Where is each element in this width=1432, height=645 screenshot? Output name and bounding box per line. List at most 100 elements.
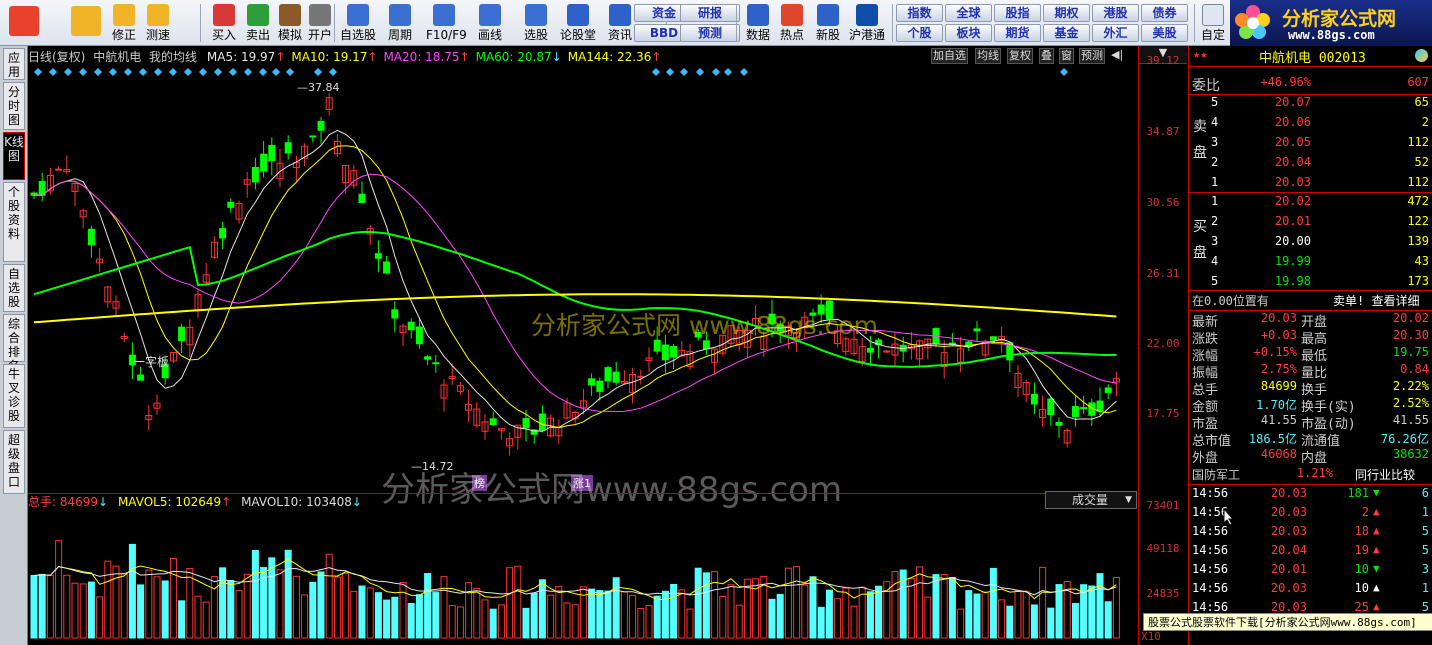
volume-bar xyxy=(46,575,54,639)
logo-url: www.88gs.com xyxy=(1288,28,1375,42)
left-tab-0[interactable]: 应用 xyxy=(3,48,25,80)
toolbar-button-hot[interactable]: 热点 xyxy=(776,2,808,44)
toolbar-button-pe[interactable]: 数据 xyxy=(742,2,774,44)
market-button-0[interactable]: 指数 xyxy=(896,4,943,22)
volume-indicator-select[interactable]: 成交量 ▼ xyxy=(1045,491,1137,509)
volume-bar xyxy=(825,589,833,639)
candle-body xyxy=(424,356,432,360)
market-button-7[interactable]: 板块 xyxy=(945,24,992,42)
volume-bar xyxy=(538,579,546,639)
toolbar-button-news[interactable]: 资讯 xyxy=(602,2,638,44)
toolbar-button-lock[interactable]: 开户 xyxy=(302,2,338,44)
sell-order-row[interactable]: 2 20.04 52 xyxy=(1189,154,1432,173)
sell-order-row[interactable]: 4 20.06 2 xyxy=(1189,114,1432,133)
price-axis: ▼ 39.12 34.87 30.56 26.31 22.00 17.75 73401 491… xyxy=(1138,46,1188,645)
volume-bar xyxy=(137,584,145,639)
research-button[interactable]: 研报 xyxy=(680,4,740,22)
panel-title-bar: ★★ 中航机电 002013 xyxy=(1189,46,1432,66)
event-diamond xyxy=(740,68,748,76)
toolbar-button-f10[interactable]: F10/F9 xyxy=(426,2,467,44)
sell-order-row[interactable]: 3 20.05 112 xyxy=(1189,134,1432,153)
toolbar-button-forum[interactable]: 论股堂 xyxy=(560,2,596,44)
market-button-2[interactable]: 股指 xyxy=(994,4,1041,22)
toolbar-button-new-stock[interactable]: 新股 xyxy=(812,2,844,44)
volume-bar xyxy=(940,574,948,639)
market-button-11[interactable]: 美股 xyxy=(1141,24,1188,42)
candle-body xyxy=(268,144,276,162)
volume-bar xyxy=(55,540,63,639)
toolbar-button-updown-arrow[interactable]: 修正 xyxy=(106,2,142,44)
pen-icon xyxy=(479,4,501,26)
buy-order-row[interactable]: 3 20.00 139 xyxy=(1189,233,1432,252)
volume-bar xyxy=(104,560,112,639)
price-tick-1: 34.87 xyxy=(1146,125,1180,138)
left-tab-7[interactable]: 超级盘口 xyxy=(3,430,25,494)
left-tab-3[interactable]: 个股资料 xyxy=(3,182,25,262)
toolbar-button-clock[interactable]: 周期 xyxy=(382,2,418,44)
volume-bar xyxy=(711,571,719,639)
toolbar-button-back-arrow[interactable] xyxy=(66,2,106,44)
settings-globe-icon[interactable] xyxy=(1415,49,1428,62)
toolbar-button-watchlist[interactable]: 自选股 xyxy=(340,2,376,44)
f10-icon xyxy=(433,4,455,26)
volume-tick-2: 24835 xyxy=(1146,587,1180,600)
market-button-4[interactable]: 港股 xyxy=(1092,4,1139,22)
toolbar-button-pen[interactable]: 画线 xyxy=(472,2,508,44)
custom-button[interactable]: 自定 xyxy=(1198,2,1228,44)
candle-body xyxy=(637,375,645,378)
volume-bar xyxy=(342,573,350,639)
volume-bar xyxy=(948,577,956,639)
volume-bar xyxy=(735,604,743,639)
toolbar-button-sell[interactable]: 卖出 xyxy=(240,2,276,44)
sell-order-row[interactable]: 5 20.07 65 xyxy=(1189,94,1432,113)
main-toolbar: 修正 测速 买入 卖出 模拟 开户 自选股 周期 F10/F9 画线 选股 论股堂 资讯 资金 研报 B… xyxy=(0,0,1432,46)
left-tab-6[interactable]: 牛叉诊股 xyxy=(3,364,25,428)
volume-bar xyxy=(989,567,997,639)
price-tick-2: 30.56 xyxy=(1146,196,1180,209)
toolbar-button-speed-test[interactable]: 测速 xyxy=(140,2,176,44)
sector-row[interactable]: 国防军工 1.21% 同行业比较 xyxy=(1189,465,1432,484)
toolbar-button-buy[interactable]: 买入 xyxy=(206,2,242,44)
buy-order-row[interactable]: 2 20.01 122 xyxy=(1189,213,1432,232)
market-button-8[interactable]: 期货 xyxy=(994,24,1041,42)
market-button-1[interactable]: 全球 xyxy=(945,4,992,22)
favorite-stars-icon[interactable]: ★★ xyxy=(1193,47,1207,61)
sell-order-row[interactable]: 1 20.03 112 xyxy=(1189,174,1432,193)
market-button-9[interactable]: 基金 xyxy=(1043,24,1090,42)
volume-bar xyxy=(620,591,628,639)
down-arrow-icon: ▼ xyxy=(1373,486,1380,499)
left-tab-2[interactable]: K线图 xyxy=(3,132,25,180)
volume-bar xyxy=(924,596,932,639)
volume-bar xyxy=(366,587,374,639)
toolbar-button-windows[interactable] xyxy=(4,2,44,44)
chevron-down-icon: ▼ xyxy=(1125,495,1132,505)
market-button-5[interactable]: 债券 xyxy=(1141,4,1188,22)
stat-row: 涨幅 +0.15% 最低 19.75 xyxy=(1192,345,1429,364)
volume-bar xyxy=(907,578,915,639)
event-diamond xyxy=(680,68,688,76)
market-button-6[interactable]: 个股 xyxy=(896,24,943,42)
volume-bar xyxy=(727,584,735,639)
kline-chart-area[interactable]: 日线(复权) 中航机电 我的均线 MA5: 19.97↑ MA10: 19.17↑… xyxy=(27,46,1139,645)
volume-bar xyxy=(268,557,276,639)
left-tab-1[interactable]: 分时图 xyxy=(3,82,25,130)
new-stock-icon xyxy=(817,4,839,26)
toolbar-button-sse-hkex[interactable]: 沪港通 xyxy=(846,2,888,44)
left-tab-5[interactable]: 综合排名 xyxy=(3,314,25,373)
buy-order-row[interactable]: 1 20.02 472 xyxy=(1189,193,1432,212)
forecast-button[interactable]: 预测 xyxy=(680,24,740,42)
volume-bar xyxy=(497,604,505,639)
detail-link[interactable]: 卖单! 查看详细 xyxy=(1333,292,1419,309)
volume-bar xyxy=(588,588,596,639)
buy-order-row[interactable]: 4 19.99 43 xyxy=(1189,253,1432,272)
tick-row: 14:56 20.01 10 ▼ 3 xyxy=(1192,562,1429,576)
volume-bar xyxy=(965,590,973,639)
market-button-10[interactable]: 外汇 xyxy=(1092,24,1139,42)
sector-compare-link[interactable]: 同行业比较 xyxy=(1355,466,1415,483)
toolbar-button-select-stock[interactable]: 选股 xyxy=(518,2,554,44)
market-button-3[interactable]: 期权 xyxy=(1043,4,1090,22)
volume-bar xyxy=(809,576,817,639)
left-tab-4[interactable]: 自选股 xyxy=(3,264,25,312)
footer-banner[interactable]: 股票公式股票软件下载[分析家公式网www.88gs.com] xyxy=(1143,613,1432,631)
volume-bar xyxy=(702,572,710,639)
